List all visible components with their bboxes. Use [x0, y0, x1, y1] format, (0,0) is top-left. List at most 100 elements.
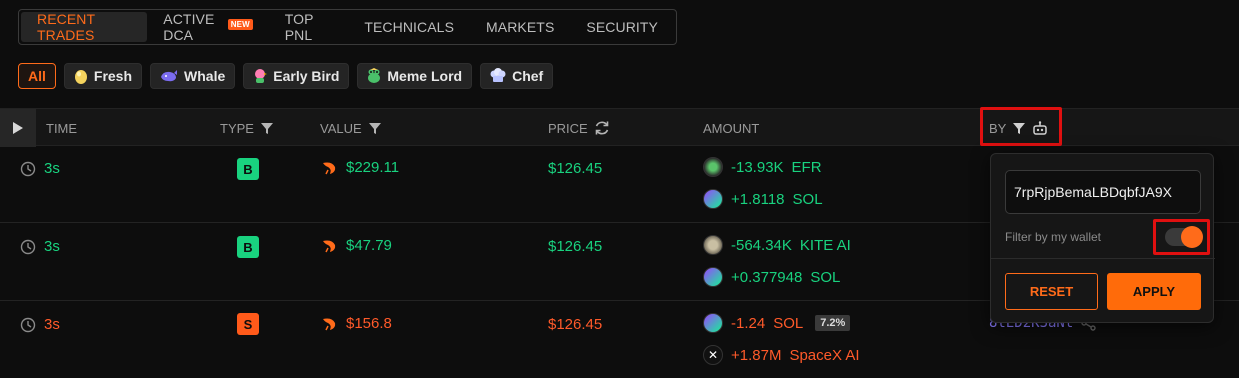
- token-symbol[interactable]: SpaceX AI: [789, 347, 859, 364]
- time-value: 3s: [44, 238, 60, 255]
- tab-security[interactable]: SECURITY: [570, 12, 674, 42]
- sol-token-icon: [703, 313, 723, 333]
- shrimp-icon: [323, 162, 336, 174]
- chef-hat-icon: [490, 68, 506, 82]
- price-cell: $126.45: [548, 160, 602, 177]
- trade-price: $126.45: [548, 316, 603, 333]
- new-badge: NEW: [227, 18, 253, 30]
- chip-all-label: All: [28, 68, 46, 84]
- type-filter-icon[interactable]: [260, 121, 274, 135]
- play-button[interactable]: [0, 109, 36, 147]
- whale-icon: [161, 70, 178, 82]
- token-symbol[interactable]: SOL: [810, 269, 840, 286]
- token-symbol[interactable]: SOL: [773, 315, 803, 332]
- shrimp-icon: [323, 318, 336, 330]
- percent-badge: 7.2%: [815, 315, 851, 331]
- trade-price: $126.45: [548, 160, 603, 177]
- popover-divider: [991, 258, 1215, 259]
- trade-value: $156.8: [346, 315, 392, 332]
- column-type-label: TYPE: [220, 120, 254, 136]
- trade-value: $47.79: [346, 237, 392, 254]
- price-cell: $126.45: [548, 238, 602, 255]
- clock-icon: [20, 239, 36, 254]
- frog-icon: [368, 68, 381, 83]
- clock-icon: [20, 317, 36, 332]
- refresh-icon[interactable]: [594, 120, 610, 136]
- chip-whale-label: Whale: [184, 68, 226, 84]
- time-cell: 3s: [20, 316, 60, 333]
- chip-early-bird[interactable]: Early Bird: [243, 63, 350, 89]
- amount-line: -13.93K EFR: [703, 157, 822, 177]
- amount-value: +1.87M: [731, 346, 782, 364]
- token-symbol[interactable]: KITE AI: [800, 237, 851, 254]
- chip-fresh-label: Fresh: [93, 68, 133, 84]
- tab-recent-trades[interactable]: RECENT TRADES: [21, 11, 148, 43]
- price-cell: $126.45: [548, 316, 602, 333]
- type-cell: S: [237, 313, 259, 335]
- time-value: 3s: [44, 160, 60, 177]
- trade-value: $229.11: [346, 159, 400, 176]
- tab-technicals[interactable]: TECHNICALS: [348, 12, 470, 42]
- tab-active-dca[interactable]: ACTIVE DCA NEW: [147, 11, 268, 43]
- egg-icon: [74, 70, 87, 84]
- tab-active-dca-label: ACTIVE DCA: [163, 11, 215, 43]
- column-value: VALUE: [320, 109, 382, 147]
- column-value-label: VALUE: [320, 120, 362, 136]
- chip-all[interactable]: All: [18, 63, 56, 89]
- reset-button[interactable]: RESET: [1005, 273, 1098, 310]
- sol-token-icon: [703, 267, 723, 287]
- column-price: PRICE: [548, 109, 610, 147]
- chip-fresh[interactable]: Fresh: [63, 63, 143, 89]
- time-cell: 3s: [20, 238, 60, 255]
- wallet-address-input[interactable]: [1005, 170, 1201, 214]
- type-cell: B: [237, 158, 259, 180]
- buy-badge: B: [237, 236, 259, 258]
- amount-line: +1.8118 SOL: [703, 189, 823, 209]
- time-value: 3s: [44, 316, 60, 333]
- sol-token-icon: [703, 189, 723, 209]
- trade-price: $126.45: [548, 238, 603, 255]
- chip-meme-lord[interactable]: Meme Lord: [357, 63, 473, 89]
- chip-chef-label: Chef: [512, 68, 544, 84]
- amount-value: +0.377948: [731, 268, 803, 286]
- value-cell: $47.79: [320, 237, 392, 254]
- column-type: TYPE: [220, 109, 274, 147]
- efr-token-icon: [703, 157, 723, 177]
- column-price-label: PRICE: [548, 120, 588, 136]
- play-icon: [13, 122, 23, 134]
- chip-whale[interactable]: Whale: [150, 63, 236, 89]
- time-cell: 3s: [20, 160, 60, 177]
- bird-icon: [255, 69, 268, 83]
- value-cell: $156.8: [320, 315, 392, 332]
- chip-chef[interactable]: Chef: [480, 63, 554, 89]
- trader-filter-chips: All Fresh Whale Early Bird Meme Lord Che…: [18, 63, 554, 89]
- type-cell: B: [237, 236, 259, 258]
- tab-markets[interactable]: MARKETS: [470, 12, 570, 42]
- column-amount-label: AMOUNT: [703, 120, 760, 136]
- shrimp-icon: [323, 240, 336, 252]
- amount-value: +1.8118: [731, 190, 785, 208]
- value-filter-icon[interactable]: [368, 121, 382, 135]
- kite-token-icon: [703, 235, 723, 255]
- tab-bar: RECENT TRADES ACTIVE DCA NEW TOP PNL TEC…: [18, 9, 677, 45]
- apply-button[interactable]: APPLY: [1107, 273, 1201, 310]
- value-cell: $229.11: [320, 159, 399, 176]
- column-time-label: TIME: [46, 120, 78, 136]
- sell-badge: S: [237, 313, 259, 335]
- amount-value: -564.34K: [731, 236, 792, 254]
- amount-line: -1.24 SOL 7.2%: [703, 313, 851, 333]
- buy-badge: B: [237, 158, 259, 180]
- token-symbol[interactable]: SOL: [793, 191, 823, 208]
- amount-value: -1.24: [731, 314, 766, 332]
- tab-top-pnl[interactable]: TOP PNL: [269, 11, 349, 43]
- spacex-token-icon: ✕: [703, 345, 723, 365]
- amount-line: ✕ +1.87M SpaceX AI: [703, 345, 860, 365]
- chip-meme-lord-label: Meme Lord: [387, 68, 463, 84]
- column-time: TIME: [46, 109, 77, 147]
- filter-by-wallet-label: Filter by my wallet: [1005, 230, 1102, 244]
- clock-icon: [20, 161, 36, 176]
- amount-value: -13.93K: [731, 158, 784, 176]
- by-filter-highlight: [980, 107, 1062, 146]
- column-amount: AMOUNT: [703, 109, 759, 147]
- token-symbol[interactable]: EFR: [792, 159, 822, 176]
